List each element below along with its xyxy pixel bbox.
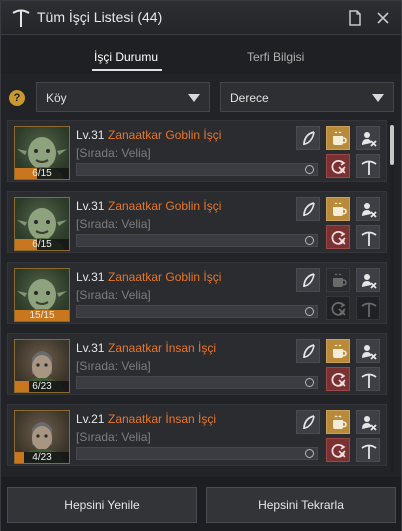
village-dropdown[interactable]: Köy <box>36 82 210 112</box>
progress-circle-icon <box>305 236 314 245</box>
tab-worker-status[interactable]: İşçi Durumu <box>94 50 158 64</box>
repeat-cancel-icon[interactable] <box>326 438 350 462</box>
pick-icon[interactable] <box>356 296 380 320</box>
stamina-text: 6/15 <box>32 239 52 250</box>
worker-name: Zanaatkar İnsan İşçi <box>108 412 217 426</box>
worker-level: Lv.31 <box>76 128 105 142</box>
worker-level: Lv.31 <box>76 270 105 284</box>
progress-circle-icon <box>305 165 314 174</box>
work-progress-bar <box>76 163 318 176</box>
worker-pick-icon <box>12 9 30 27</box>
repeat-cancel-icon[interactable] <box>326 225 350 249</box>
fire-worker-icon[interactable] <box>356 268 380 292</box>
scrollbar-thumb[interactable] <box>390 125 394 165</box>
chevron-down-icon <box>372 94 384 102</box>
tab-promotion-info[interactable]: Terfi Bilgisi <box>247 50 304 64</box>
active-tab-indicator <box>92 69 162 71</box>
feather-icon[interactable] <box>296 268 320 292</box>
worker-portrait[interactable]: 6/23 <box>14 339 70 393</box>
feather-icon[interactable] <box>296 197 320 221</box>
worker-portrait[interactable]: 6/15 <box>14 126 70 180</box>
worker-card[interactable]: 15/15 Lv.31 Zanaatkar Goblin İşçi [Sırada: … <box>7 262 387 324</box>
worker-status: [Sırada: Velia] <box>76 146 151 160</box>
feather-icon[interactable] <box>296 126 320 150</box>
worker-name: Zanaatkar İnsan İşçi <box>108 341 217 355</box>
worker-status: [Sırada: Velia] <box>76 430 151 444</box>
chevron-down-icon <box>188 94 200 102</box>
fire-worker-icon[interactable] <box>356 339 380 363</box>
worker-level: Lv.21 <box>76 412 105 426</box>
document-icon[interactable] <box>345 8 365 28</box>
tab-bar: İşçi Durumu Terfi Bilgisi <box>1 36 401 74</box>
stamina-bar: 6/15 <box>15 168 69 179</box>
worker-level: Lv.31 <box>76 341 105 355</box>
refresh-all-button[interactable]: Hepsini Yenile <box>7 487 197 523</box>
worker-card[interactable]: 4/23 Lv.21 Zanaatkar İnsan İşçi [Sırada: Ve… <box>7 404 387 466</box>
worker-card[interactable]: 6/23 Lv.31 Zanaatkar İnsan İşçi [Sırada: Ve… <box>7 333 387 395</box>
pick-icon[interactable] <box>356 367 380 391</box>
stamina-text: 15/15 <box>29 310 55 321</box>
worker-status: [Sırada: Velia] <box>76 288 151 302</box>
footer: Hepsini Yenile Hepsini Tekrarla <box>1 477 401 531</box>
repeat-cancel-icon[interactable] <box>326 296 350 320</box>
work-progress-bar <box>76 447 318 460</box>
feather-icon[interactable] <box>296 410 320 434</box>
village-dropdown-value: Köy <box>46 91 67 105</box>
worker-name: Zanaatkar Goblin İşçi <box>108 199 222 213</box>
worker-portrait[interactable]: 15/15 <box>14 268 70 322</box>
worker-list-window: Tüm İşçi Listesi (44) İşçi Durumu Terfi … <box>0 0 402 531</box>
window-title: Tüm İşçi Listesi (44) <box>37 9 163 25</box>
pot-icon[interactable] <box>326 126 350 150</box>
worker-portrait[interactable]: 4/23 <box>14 410 70 464</box>
pick-icon[interactable] <box>356 438 380 462</box>
stamina-bar: 4/23 <box>15 452 69 463</box>
work-progress-bar <box>76 305 318 318</box>
repeat-cancel-icon[interactable] <box>326 367 350 391</box>
stamina-bar: 15/15 <box>15 310 69 321</box>
help-icon[interactable]: ? <box>9 90 25 106</box>
worker-name: Zanaatkar Goblin İşçi <box>108 270 222 284</box>
worker-status: [Sırada: Velia] <box>76 217 151 231</box>
scrollbar[interactable] <box>390 120 394 472</box>
worker-card[interactable]: 6/15 Lv.31 Zanaatkar Goblin İşçi [Sırada: V… <box>7 120 387 182</box>
worker-status: [Sırada: Velia] <box>76 359 151 373</box>
repeat-all-button[interactable]: Hepsini Tekrarla <box>206 487 396 523</box>
work-progress-bar <box>76 376 318 389</box>
pot-icon[interactable] <box>326 197 350 221</box>
pick-icon[interactable] <box>356 154 380 178</box>
stamina-bar: 6/23 <box>15 381 69 392</box>
fire-worker-icon[interactable] <box>356 126 380 150</box>
progress-circle-icon <box>305 307 314 316</box>
work-progress-bar <box>76 234 318 247</box>
progress-circle-icon <box>305 449 314 458</box>
pot-icon[interactable] <box>326 410 350 434</box>
fire-worker-icon[interactable] <box>356 410 380 434</box>
worker-portrait[interactable]: 6/15 <box>14 197 70 251</box>
pot-icon[interactable] <box>326 268 350 292</box>
fire-worker-icon[interactable] <box>356 197 380 221</box>
repeat-cancel-icon[interactable] <box>326 154 350 178</box>
title-bar[interactable]: Tüm İşçi Listesi (44) <box>1 1 401 35</box>
progress-circle-icon <box>305 378 314 387</box>
stamina-text: 6/15 <box>32 168 52 179</box>
pick-icon[interactable] <box>356 225 380 249</box>
worker-name: Zanaatkar Goblin İşçi <box>108 128 222 142</box>
pot-icon[interactable] <box>326 339 350 363</box>
grade-dropdown-value: Derece <box>230 91 269 105</box>
stamina-text: 4/23 <box>32 452 52 463</box>
feather-icon[interactable] <box>296 339 320 363</box>
worker-card[interactable]: 6/15 Lv.31 Zanaatkar Goblin İşçi [Sırada: V… <box>7 191 387 253</box>
worker-list: 6/15 Lv.31 Zanaatkar Goblin İşçi [Sırada: V… <box>7 120 387 472</box>
close-icon[interactable] <box>373 8 393 28</box>
stamina-bar: 6/15 <box>15 239 69 250</box>
worker-level: Lv.31 <box>76 199 105 213</box>
stamina-text: 6/23 <box>32 381 52 392</box>
grade-dropdown[interactable]: Derece <box>220 82 394 112</box>
